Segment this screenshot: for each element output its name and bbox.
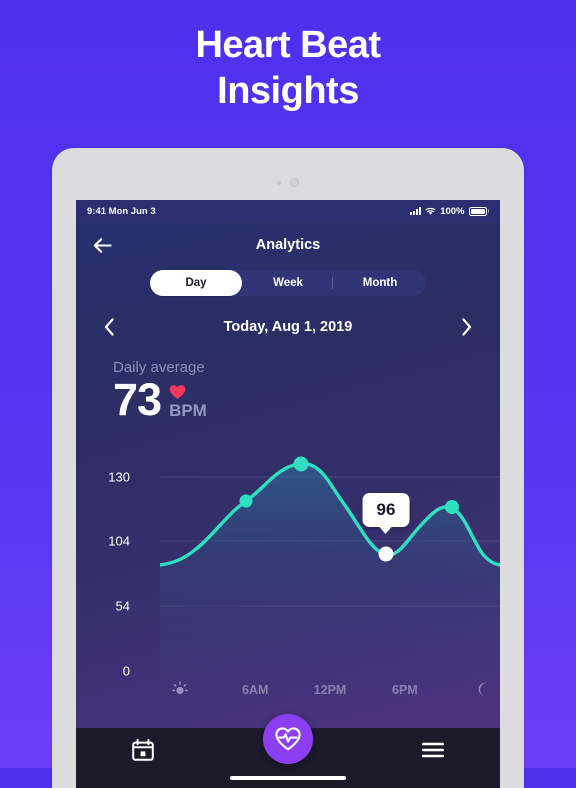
daily-average-block: Daily average 73 BPM — [76, 339, 500, 422]
chart-plot-area[interactable]: 96 — [160, 437, 500, 695]
app-content: Analytics Day Week Month Today, Aug 1, 2… — [76, 222, 500, 788]
page-title: Analytics — [255, 237, 321, 253]
front-camera-icon — [290, 178, 299, 187]
back-button[interactable] — [90, 234, 114, 256]
chevron-right-icon — [462, 318, 472, 336]
daily-average-unit: BPM — [169, 401, 207, 420]
data-point-marker[interactable] — [293, 456, 309, 472]
ambient-sensor-icon — [277, 180, 281, 185]
heart-rate-measure-button[interactable] — [263, 714, 313, 764]
data-point-selected-marker[interactable] — [378, 546, 394, 562]
previous-day-button[interactable] — [98, 315, 120, 339]
period-segmented-control-wrap: Day Week Month — [76, 270, 500, 296]
chart-y-axis: 130 104 54 0 — [76, 437, 138, 695]
period-segmented-control[interactable]: Day Week Month — [150, 270, 426, 296]
calendar-icon — [132, 738, 154, 761]
data-point-tooltip: 96 — [362, 493, 410, 534]
sun-icon — [172, 681, 189, 702]
chart-area-fill — [160, 463, 500, 695]
y-tick-104: 104 — [108, 533, 130, 549]
next-day-button[interactable] — [456, 315, 478, 339]
heart-rate-chart: 130 104 54 0 96 6AM 12PM 6PM — [76, 437, 500, 697]
battery-full-icon — [468, 206, 489, 216]
wifi-icon — [425, 207, 436, 215]
status-bar-indicators: 100% — [409, 205, 489, 217]
arrow-left-icon — [93, 237, 112, 253]
promo-line-2: Insights — [217, 70, 359, 112]
cellular-bars-icon — [409, 207, 422, 215]
tab-month[interactable]: Month — [334, 270, 426, 296]
daily-average-value: 73 — [113, 374, 162, 425]
promo-headline: Heart Beat Insights — [0, 22, 576, 114]
app-navbar: Analytics — [76, 222, 500, 268]
y-tick-54: 54 — [115, 598, 130, 614]
y-tick-0: 0 — [122, 663, 130, 679]
battery-percent-label: 100% — [440, 205, 465, 217]
moon-icon — [476, 681, 490, 702]
heart-filled-icon — [169, 385, 186, 399]
tablet-device-frame: 9:41 Mon Jun 3 100% Analytics Day Week M… — [52, 148, 524, 788]
y-tick-130: 130 — [108, 469, 130, 485]
device-sensor-row — [52, 178, 524, 187]
data-point-marker[interactable] — [445, 500, 459, 514]
chevron-left-icon — [104, 318, 114, 336]
daily-average-value-row: 73 BPM — [113, 374, 500, 425]
home-indicator[interactable] — [230, 775, 346, 780]
data-point-marker[interactable] — [239, 494, 253, 508]
status-bar-time: 9:41 Mon Jun 3 — [87, 205, 156, 217]
promo-line-1: Heart Beat — [195, 24, 381, 66]
chart-svg — [160, 456, 500, 695]
x-tick-12pm: 12PM — [313, 683, 347, 697]
calendar-tab-button[interactable] — [132, 738, 154, 766]
hamburger-menu-icon — [421, 742, 445, 758]
daily-average-label: Daily average — [113, 359, 205, 376]
bottom-tab-bar — [76, 714, 500, 788]
menu-tab-button[interactable] — [421, 742, 445, 763]
device-screen: 9:41 Mon Jun 3 100% Analytics Day Week M… — [76, 200, 500, 788]
chart-x-axis: 6AM 12PM 6PM — [160, 681, 500, 702]
tab-day[interactable]: Day — [150, 270, 242, 296]
heart-pulse-icon — [275, 727, 301, 751]
tab-week[interactable]: Week — [242, 270, 334, 296]
status-bar: 9:41 Mon Jun 3 100% — [76, 200, 500, 222]
daily-average-unit-group: BPM — [169, 378, 207, 421]
x-tick-6pm: 6PM — [391, 683, 418, 697]
tooltip-value: 96 — [376, 500, 396, 519]
x-tick-6am: 6AM — [241, 683, 269, 697]
tooltip-pointer — [379, 527, 392, 534]
selected-date-label: Today, Aug 1, 2019 — [223, 319, 353, 335]
tab-bar-icons — [76, 714, 500, 772]
date-navigation: Today, Aug 1, 2019 — [76, 315, 500, 339]
